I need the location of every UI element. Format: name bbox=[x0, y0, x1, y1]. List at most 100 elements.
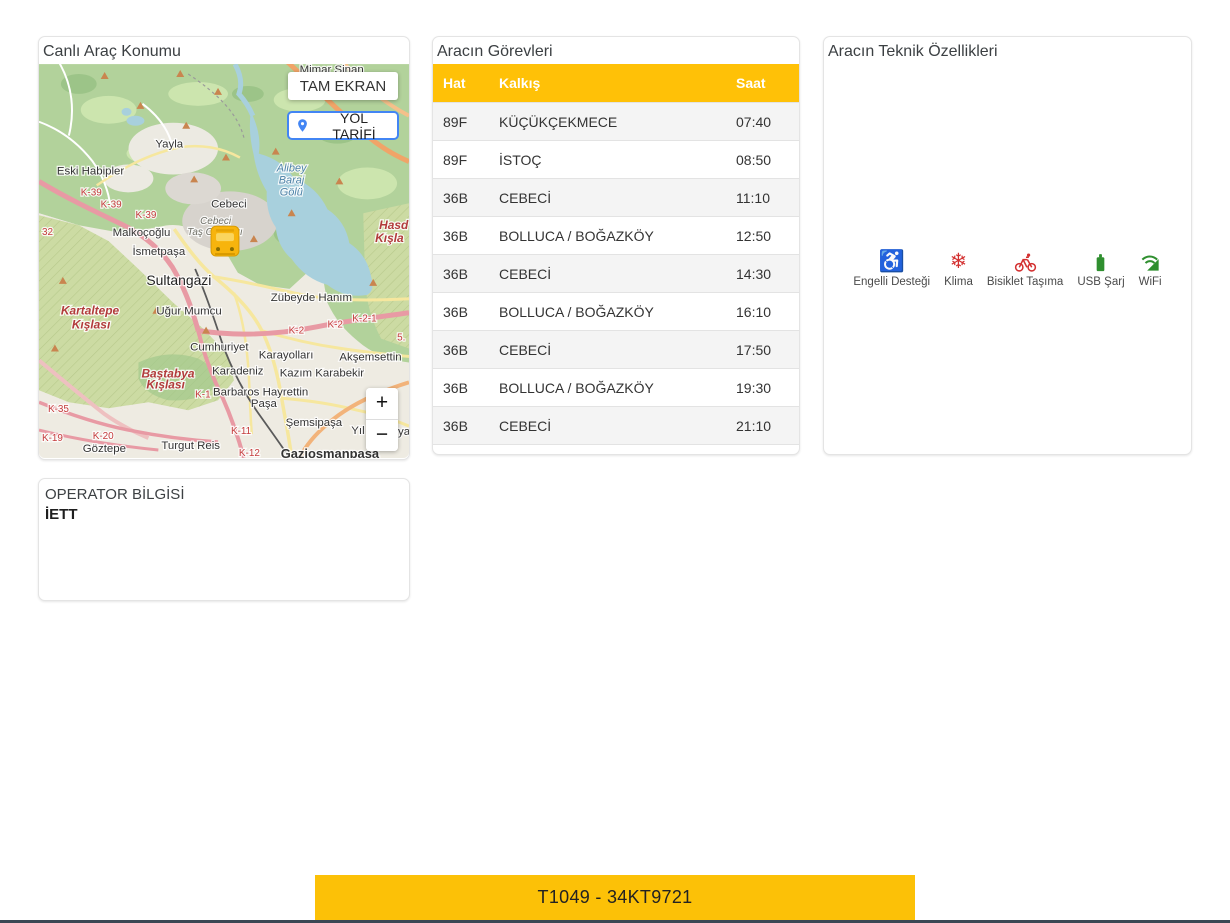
battery-icon bbox=[1089, 247, 1112, 274]
feature-item: WiFi bbox=[1139, 247, 1162, 288]
feature-label: USB Şarj bbox=[1077, 276, 1124, 288]
map-label: K-19 bbox=[42, 433, 63, 444]
feature-item: USB Şarj bbox=[1077, 247, 1124, 288]
map-label: K-39 bbox=[81, 187, 102, 198]
map-label: Şemsipaşa bbox=[286, 417, 343, 429]
cell-hat: 36B bbox=[433, 293, 499, 331]
feature-label: Bisiklet Taşıma bbox=[987, 276, 1063, 288]
cell-saat: 14:30 bbox=[736, 255, 799, 293]
cell-saat: 19:30 bbox=[736, 369, 799, 407]
wifi-icon bbox=[1139, 247, 1162, 274]
map-label: K-1 bbox=[195, 389, 211, 400]
map-zoom-control: + − bbox=[366, 388, 398, 451]
table-row: 36BBOLLUCA / BOĞAZKÖY16:10 bbox=[433, 293, 799, 331]
map-label: K-11 bbox=[231, 426, 252, 437]
tasks-table: Hat Kalkış Saat 89FKÜÇÜKÇEKMECE07:4089Fİ… bbox=[433, 64, 799, 444]
operator-info-card: OPERATOR BİLGİSİ İETT bbox=[38, 478, 410, 601]
table-row: 36BBOLLUCA / BOĞAZKÖY19:30 bbox=[433, 369, 799, 407]
zoom-out-button[interactable]: − bbox=[366, 419, 398, 451]
features-row: ♿ Engelli Desteği ❄ Klima Bisiklet Taşıma USB… bbox=[824, 247, 1191, 288]
map-canvas[interactable]: Mimar SinanYaylaEski HabiplerCebeciCebec… bbox=[39, 64, 409, 458]
map-label: İsmetpaşa bbox=[132, 245, 185, 258]
cell-saat: 16:10 bbox=[736, 293, 799, 331]
map-label: Baraj bbox=[279, 174, 305, 186]
table-row: 36BBOLLUCA / BOĞAZKÖY12:50 bbox=[433, 217, 799, 255]
fullscreen-button[interactable]: TAM EKRAN bbox=[288, 72, 398, 100]
map-label: Karadeniz bbox=[212, 365, 264, 377]
map-label: Kartaltepe bbox=[61, 304, 120, 318]
tasks-table-footer bbox=[433, 444, 799, 465]
wheelchair-icon: ♿ bbox=[879, 247, 905, 274]
table-row: 89FİSTOÇ08:50 bbox=[433, 141, 799, 179]
map-label: Kışlası bbox=[146, 377, 185, 391]
map-label: Eski Habipler bbox=[57, 165, 124, 177]
cell-hat: 36B bbox=[433, 255, 499, 293]
directions-button[interactable]: YOL TARİFİ bbox=[287, 111, 399, 140]
cell-saat: 07:40 bbox=[736, 103, 799, 141]
map-label: Turgut Reis bbox=[161, 440, 220, 452]
snowflake-icon: ❄ bbox=[950, 247, 968, 274]
map-label: Cebeci bbox=[211, 198, 247, 210]
map-label: K-2 bbox=[327, 320, 343, 331]
map-label: Barbaros Hayrettin bbox=[213, 386, 308, 398]
table-row: 36BCEBECİ14:30 bbox=[433, 255, 799, 293]
map-label: Kışla bbox=[375, 231, 404, 245]
cell-hat: 36B bbox=[433, 179, 499, 217]
map-label: Cebeci bbox=[200, 216, 232, 227]
bus-marker[interactable] bbox=[211, 226, 239, 256]
cell-hat: 89F bbox=[433, 141, 499, 179]
cell-kalkis: BOLLUCA / BOĞAZKÖY bbox=[499, 293, 736, 331]
map-label: Hasd bbox=[379, 218, 409, 232]
map-pin-icon bbox=[295, 118, 310, 133]
cell-kalkis: CEBECİ bbox=[499, 179, 736, 217]
table-row: 89FKÜÇÜKÇEKMECE07:40 bbox=[433, 103, 799, 141]
feature-label: WiFi bbox=[1139, 276, 1162, 288]
operator-card-title: OPERATOR BİLGİSİ bbox=[39, 479, 409, 503]
map-label: ya bbox=[398, 426, 409, 438]
map-label: Zübeyde Hanım bbox=[271, 292, 352, 304]
map-label: Karayolları bbox=[259, 349, 314, 361]
map-label: K-2-1 bbox=[352, 314, 377, 325]
cell-hat: 89F bbox=[433, 103, 499, 141]
cell-hat: 36B bbox=[433, 369, 499, 407]
map-label: Yayla bbox=[155, 139, 183, 151]
cell-kalkis: CEBECİ bbox=[499, 331, 736, 369]
map-label: Yıl bbox=[351, 425, 364, 437]
map-label: Alibey bbox=[276, 162, 308, 174]
cell-saat: 11:10 bbox=[736, 179, 799, 217]
map-label: Göztepe bbox=[83, 443, 126, 455]
map-label: Akşemsettin bbox=[339, 351, 401, 363]
map-label: Kazım Karabekir bbox=[280, 367, 365, 379]
cell-kalkis: KÜÇÜKÇEKMECE bbox=[499, 103, 736, 141]
cell-hat: 36B bbox=[433, 407, 499, 445]
feature-item: ❄ Klima bbox=[944, 247, 973, 288]
tasks-table-body: 89FKÜÇÜKÇEKMECE07:4089FİSTOÇ08:5036BCEBE… bbox=[433, 103, 799, 445]
column-header-kalkis: Kalkış bbox=[499, 64, 736, 103]
operator-name: İETT bbox=[39, 503, 409, 526]
column-header-hat: Hat bbox=[433, 64, 499, 103]
map-label: K-2 bbox=[289, 326, 305, 337]
bicycle-icon bbox=[1014, 247, 1037, 274]
zoom-in-button[interactable]: + bbox=[366, 388, 398, 419]
cell-kalkis: BOLLUCA / BOĞAZKÖY bbox=[499, 369, 736, 407]
cell-kalkis: İSTOÇ bbox=[499, 141, 736, 179]
map-card-title: Canlı Araç Konumu bbox=[39, 37, 409, 64]
map-label: K-12 bbox=[239, 448, 260, 458]
live-location-card: Canlı Araç Konumu bbox=[38, 36, 410, 460]
feature-label: Engelli Desteği bbox=[853, 276, 930, 288]
map-label: Uğur Mumcu bbox=[156, 306, 221, 318]
map-label: Gölü bbox=[280, 186, 303, 198]
cell-kalkis: BOLLUCA / BOĞAZKÖY bbox=[499, 217, 736, 255]
tasks-card-title: Aracın Görevleri bbox=[433, 37, 799, 64]
map-label: Gaziosmanpaşa bbox=[281, 446, 380, 458]
cell-saat: 08:50 bbox=[736, 141, 799, 179]
cell-saat: 12:50 bbox=[736, 217, 799, 255]
technical-features-card: Aracın Teknik Özellikleri ♿Engelli Deste… bbox=[823, 36, 1192, 455]
cell-kalkis: CEBECİ bbox=[499, 407, 736, 445]
feature-label: Klima bbox=[944, 276, 973, 288]
table-row: 36BCEBECİ21:10 bbox=[433, 407, 799, 445]
map-label: Paşa bbox=[251, 398, 278, 410]
map-label: Malkoçoğlu bbox=[113, 227, 171, 239]
feature-item: Bisiklet Taşıma bbox=[987, 247, 1063, 288]
map-label: Kışlası bbox=[72, 318, 111, 332]
